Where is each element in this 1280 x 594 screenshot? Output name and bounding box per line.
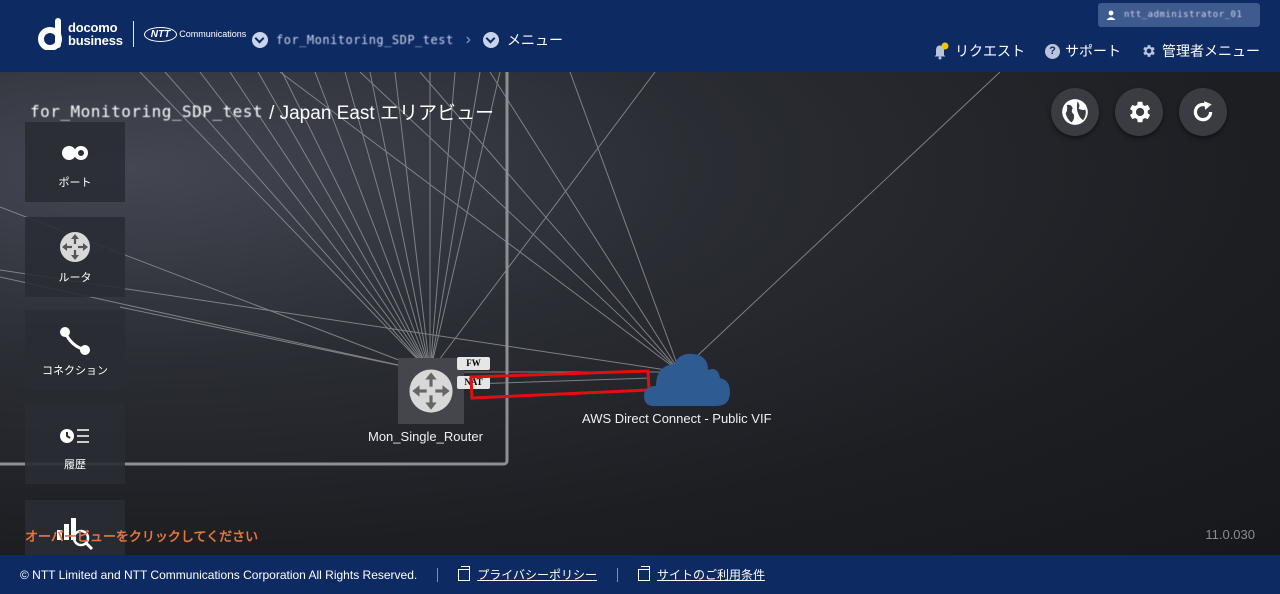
request-link[interactable]: リクエスト bbox=[932, 41, 1025, 61]
refresh-button[interactable] bbox=[1179, 88, 1227, 136]
support-link[interactable]: ? サポート bbox=[1045, 41, 1121, 61]
router-icon bbox=[409, 369, 453, 413]
globe-button[interactable] bbox=[1051, 88, 1099, 136]
page-title: for_Monitoring_SDP_test / Japan East エリア… bbox=[30, 98, 494, 125]
bell-icon bbox=[934, 42, 949, 60]
area-title-text: / Japan East エリアビュー bbox=[269, 103, 494, 124]
request-label: リクエスト bbox=[955, 43, 1025, 59]
port-tool[interactable]: ポート bbox=[25, 122, 125, 202]
history-label: 履歴 bbox=[64, 459, 86, 471]
settings-button[interactable] bbox=[1115, 88, 1163, 136]
footer-divider bbox=[437, 567, 439, 582]
privacy-policy-label: プライバシーポリシー bbox=[477, 568, 597, 582]
ntt-text: Communications bbox=[179, 29, 247, 39]
refresh-icon bbox=[1193, 101, 1213, 122]
router-tool[interactable]: ルータ bbox=[25, 217, 125, 297]
cloud-icon[interactable] bbox=[644, 352, 732, 408]
brand-bottom: business bbox=[68, 33, 123, 48]
admin-menu-label: 管理者メニュー bbox=[1162, 43, 1260, 59]
user-icon bbox=[1106, 10, 1116, 20]
top-header: docomo business NTT Communications for_M… bbox=[0, 0, 1280, 73]
external-link-icon bbox=[637, 565, 650, 581]
topology-lines bbox=[0, 72, 1001, 466]
breadcrumb-separator-icon: › bbox=[465, 31, 471, 48]
copyright-text: © NTT Limited and NTT Communications Cor… bbox=[20, 567, 418, 582]
chevron-down-icon[interactable] bbox=[483, 32, 499, 48]
overview-hint: オーバービューをクリックしてください bbox=[25, 529, 259, 544]
router-icon bbox=[60, 232, 90, 262]
router-name: Mon_Single_Router bbox=[368, 429, 483, 444]
app-version: 11.0.030 bbox=[1205, 527, 1255, 542]
logo-divider bbox=[132, 21, 134, 47]
support-label: サポート bbox=[1065, 43, 1121, 59]
breadcrumb-menu[interactable]: メニュー bbox=[507, 30, 563, 50]
top-links: リクエスト ? サポート 管理者メニュー bbox=[932, 41, 1260, 61]
question-icon: ? bbox=[1045, 43, 1060, 59]
user-name: ntt_administrator_01 bbox=[1124, 10, 1243, 20]
docomo-business-logo[interactable]: docomo business NTT Communications bbox=[38, 18, 247, 51]
footer: © NTT Limited and NTT Communications Cor… bbox=[0, 555, 1280, 594]
ntt-communications-logo: NTT Communications bbox=[143, 26, 247, 42]
breadcrumb-tenant[interactable]: for_Monitoring_SDP_test bbox=[276, 33, 454, 47]
history-tool[interactable]: 履歴 bbox=[25, 404, 125, 484]
terms-link[interactable]: サイトのご利用条件 bbox=[637, 565, 765, 583]
globe-icon bbox=[1062, 99, 1088, 125]
connection-icon bbox=[60, 327, 90, 355]
privacy-policy-link[interactable]: プライバシーポリシー bbox=[458, 565, 597, 583]
history-icon bbox=[60, 429, 89, 443]
cloud-name: AWS Direct Connect - Public VIF bbox=[582, 411, 772, 426]
footer-divider bbox=[616, 567, 618, 582]
docomo-d-icon bbox=[38, 18, 64, 51]
ntt-mark: NTT bbox=[143, 26, 178, 42]
breadcrumb: for_Monitoring_SDP_test › メニュー bbox=[252, 30, 563, 50]
connection-label: コネクション bbox=[42, 365, 108, 377]
user-account-button[interactable]: ntt_administrator_01 bbox=[1098, 3, 1260, 27]
router-label: ルータ bbox=[58, 272, 92, 284]
port-icon bbox=[62, 146, 88, 160]
terms-label: サイトのご利用条件 bbox=[656, 568, 765, 582]
topology-canvas[interactable]: for_Monitoring_SDP_test / Japan East エリア… bbox=[0, 72, 1280, 555]
admin-menu-link[interactable]: 管理者メニュー bbox=[1141, 41, 1260, 61]
tenant-name: for_Monitoring_SDP_test bbox=[30, 102, 264, 121]
gear-icon bbox=[1143, 45, 1155, 57]
chevron-down-icon[interactable] bbox=[252, 32, 268, 48]
external-link-icon bbox=[458, 565, 471, 581]
router-node[interactable] bbox=[398, 358, 464, 424]
connection-highlight[interactable] bbox=[465, 367, 665, 407]
port-label: ポート bbox=[58, 177, 92, 189]
gear-icon bbox=[1130, 101, 1151, 123]
connection-tool[interactable]: コネクション bbox=[25, 310, 125, 390]
